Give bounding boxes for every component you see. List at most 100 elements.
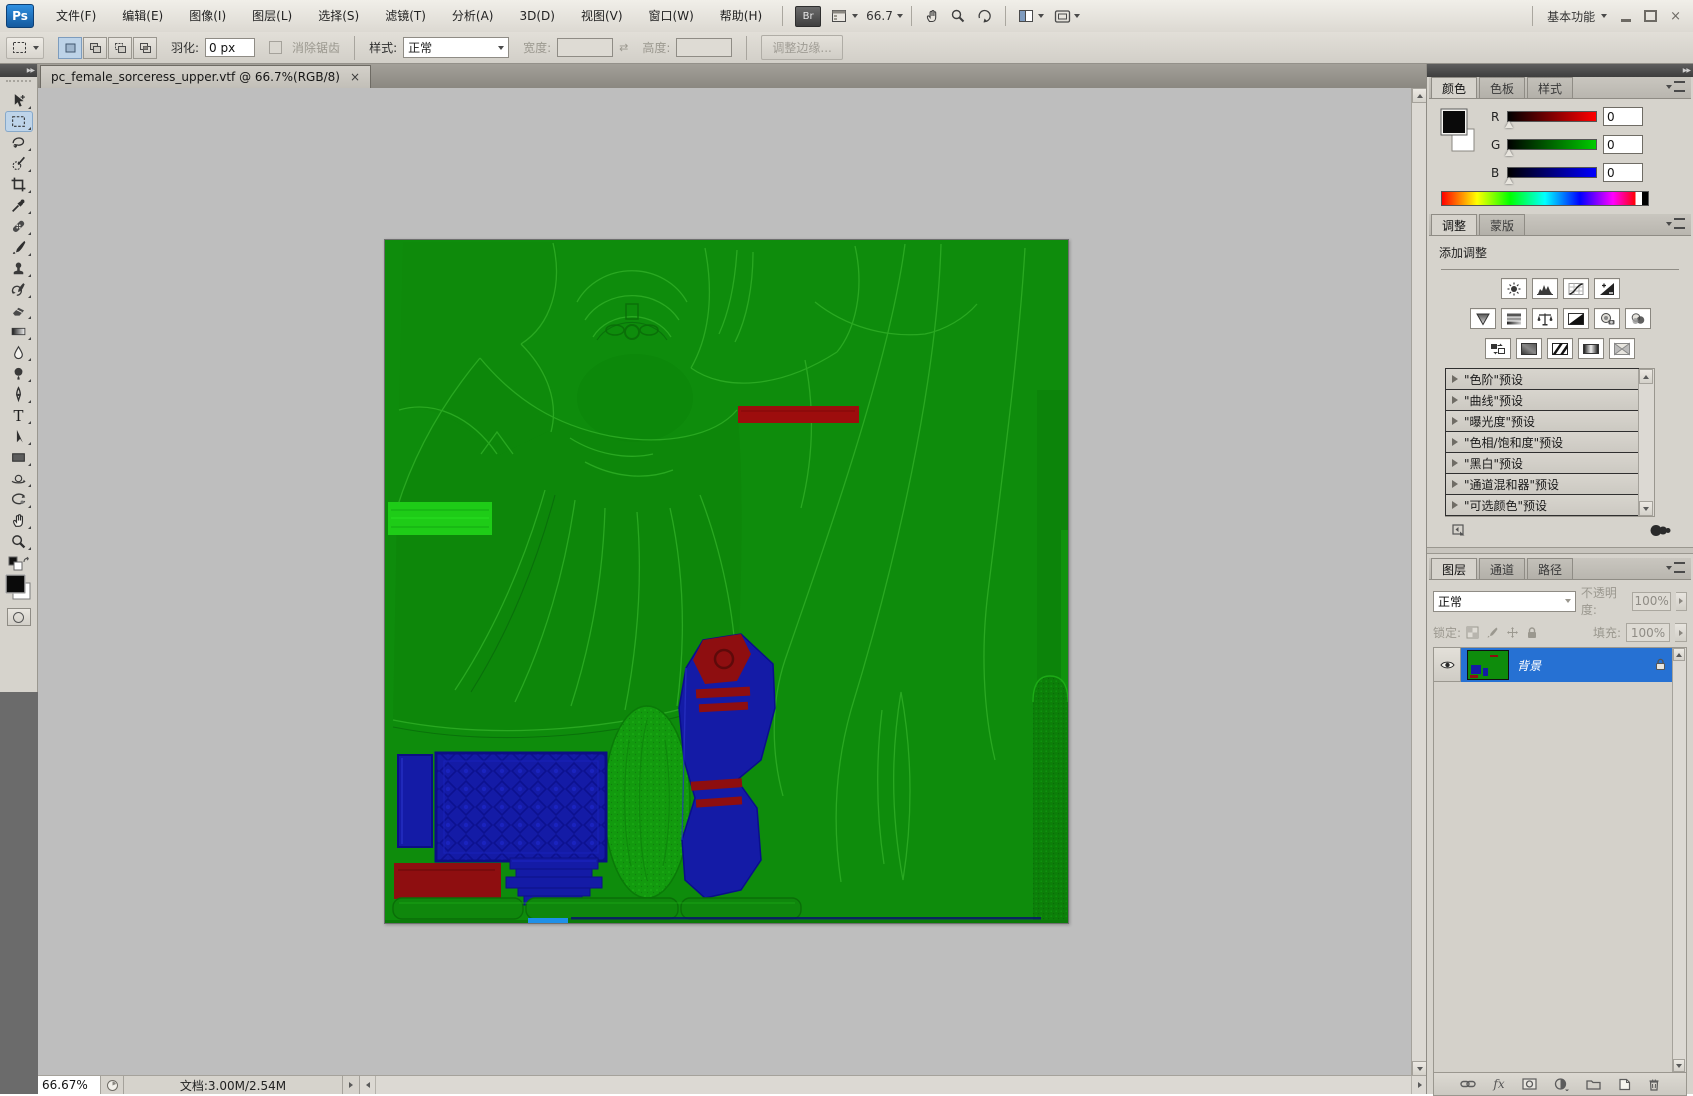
tools-collapse-strip[interactable]: ▶▶ xyxy=(0,64,37,77)
channel-b-value[interactable]: 0 xyxy=(1603,163,1643,182)
tab-swatches[interactable]: 色板 xyxy=(1479,77,1525,98)
tool-move[interactable] xyxy=(5,90,33,111)
view-extras-button[interactable] xyxy=(827,6,862,26)
lock-position-icon[interactable] xyxy=(1506,626,1519,639)
tool-quick-selection[interactable] xyxy=(5,153,33,174)
selection-mode-intersect[interactable] xyxy=(133,37,157,59)
minimize-button[interactable] xyxy=(1621,19,1631,22)
canvas-horizontal-scrollbar[interactable] xyxy=(360,1076,1427,1094)
adjustment-photo-filter-button[interactable] xyxy=(1594,308,1620,329)
menu-window[interactable]: 窗口(W) xyxy=(637,1,706,31)
menu-layer[interactable]: 图层(L) xyxy=(240,1,304,31)
channel-g-value[interactable]: 0 xyxy=(1603,135,1643,154)
adjustment-curves-button[interactable] xyxy=(1563,278,1589,299)
menu-analysis[interactable]: 分析(A) xyxy=(440,1,506,31)
panel-menu-icon[interactable] xyxy=(1666,562,1685,573)
antialias-checkbox[interactable] xyxy=(269,41,282,54)
tab-masks[interactable]: 蒙版 xyxy=(1479,214,1525,235)
status-options-icon[interactable] xyxy=(101,1076,124,1094)
expand-triangle-icon[interactable] xyxy=(1452,375,1458,383)
tab-layers[interactable]: 图层 xyxy=(1431,558,1477,579)
lock-paint-icon[interactable] xyxy=(1486,626,1499,639)
channel-g-slider[interactable] xyxy=(1507,139,1597,150)
width-input[interactable] xyxy=(557,38,613,57)
scroll-up-button[interactable] xyxy=(1412,88,1427,103)
adjustment-color-balance-button[interactable] xyxy=(1532,308,1558,329)
texture-image[interactable] xyxy=(384,239,1069,924)
slider-thumb[interactable] xyxy=(1505,121,1513,128)
color-spectrum-ramp[interactable] xyxy=(1441,191,1649,206)
menu-filter[interactable]: 滤镜(T) xyxy=(373,1,438,31)
menu-image[interactable]: 图像(I) xyxy=(177,1,238,31)
rotate-view-button[interactable] xyxy=(972,6,997,26)
zoom-level-indicator[interactable]: 66.7 xyxy=(864,9,895,23)
add-layer-mask-icon[interactable] xyxy=(1522,1078,1537,1090)
channel-b-slider[interactable] xyxy=(1507,167,1597,178)
selection-mode-subtract[interactable] xyxy=(108,37,132,59)
preset-channel-mixer[interactable]: "通道混和器"预设 xyxy=(1445,473,1639,495)
menu-view[interactable]: 视图(V) xyxy=(569,1,635,31)
new-group-icon[interactable] xyxy=(1586,1078,1601,1090)
menu-edit[interactable]: 编辑(E) xyxy=(110,1,175,31)
tab-channels[interactable]: 通道 xyxy=(1479,558,1525,579)
expand-triangle-icon[interactable] xyxy=(1452,438,1458,446)
channel-r-slider[interactable] xyxy=(1507,111,1597,122)
status-zoom-input[interactable]: 66.67% xyxy=(38,1076,101,1094)
refine-edge-button[interactable]: 调整边缘... xyxy=(761,35,842,60)
tool-dodge[interactable] xyxy=(5,363,33,384)
tool-gradient[interactable] xyxy=(5,321,33,342)
canvas-vertical-scrollbar[interactable] xyxy=(1411,88,1427,1076)
mini-color-swatches[interactable] xyxy=(8,556,30,572)
selection-mode-add[interactable] xyxy=(83,37,107,59)
slider-thumb[interactable] xyxy=(1505,149,1513,156)
hand-tool-shortcut-button[interactable] xyxy=(920,6,944,26)
screen-mode-button[interactable] xyxy=(1050,7,1084,26)
scroll-up-button[interactable] xyxy=(1639,369,1653,384)
tab-styles[interactable]: 样式 xyxy=(1527,77,1573,98)
adjustment-brightness-contrast-button[interactable] xyxy=(1501,278,1527,299)
tab-paths[interactable]: 路径 xyxy=(1527,558,1573,579)
adjustment-posterize-button[interactable] xyxy=(1516,338,1542,359)
tool-history-brush[interactable] xyxy=(5,279,33,300)
maximize-button[interactable] xyxy=(1644,10,1657,22)
workspace-switcher[interactable]: 基本功能 xyxy=(1532,6,1607,26)
zoom-tool-shortcut-button[interactable] xyxy=(946,6,970,26)
fill-value[interactable]: 100% xyxy=(1626,623,1670,642)
scroll-right-button[interactable] xyxy=(1411,1076,1427,1094)
foreground-background-swatches[interactable] xyxy=(4,574,34,602)
tool-eyedropper[interactable] xyxy=(5,195,33,216)
slider-thumb[interactable] xyxy=(1505,177,1513,184)
selection-mode-new[interactable] xyxy=(58,37,82,59)
tool-type[interactable]: T xyxy=(5,405,33,426)
expand-triangle-icon[interactable] xyxy=(1452,501,1458,509)
scroll-down-button[interactable] xyxy=(1673,1059,1685,1072)
panel-menu-icon[interactable] xyxy=(1666,218,1685,229)
layer-name[interactable]: 背景 xyxy=(1517,657,1541,674)
close-button[interactable]: × xyxy=(1670,10,1681,23)
tool-preset-picker[interactable] xyxy=(6,37,44,59)
expand-triangle-icon[interactable] xyxy=(1452,396,1458,404)
new-layer-icon[interactable] xyxy=(1618,1078,1631,1091)
tool-3d-orbit[interactable] xyxy=(5,489,33,510)
tool-eraser[interactable] xyxy=(5,300,33,321)
dock-collapse-strip[interactable]: ▶▶ xyxy=(1427,64,1693,77)
layer-visibility-toggle[interactable] xyxy=(1434,648,1461,682)
tool-pen[interactable] xyxy=(5,384,33,405)
presets-scrollbar[interactable] xyxy=(1638,369,1654,516)
feather-input[interactable]: 0 px xyxy=(205,38,255,57)
preset-exposure[interactable]: "曝光度"预设 xyxy=(1445,410,1639,432)
layer-style-icon[interactable]: fx xyxy=(1493,1077,1504,1091)
tool-clone-stamp[interactable] xyxy=(5,258,33,279)
fill-spinner[interactable] xyxy=(1675,623,1687,642)
blend-mode-select[interactable]: 正常 xyxy=(1433,591,1576,612)
lock-transparent-icon[interactable] xyxy=(1466,626,1479,639)
status-more-button[interactable] xyxy=(343,1076,360,1094)
panel-menu-icon[interactable] xyxy=(1666,81,1685,92)
lock-all-icon[interactable] xyxy=(1526,626,1538,639)
tool-lasso[interactable] xyxy=(5,132,33,153)
tool-brush[interactable] xyxy=(5,237,33,258)
adjustment-gradient-map-button[interactable] xyxy=(1578,338,1604,359)
new-adjustment-layer-icon[interactable] xyxy=(1554,1078,1569,1091)
opacity-value[interactable]: 100% xyxy=(1632,592,1671,611)
return-to-adjustment-list-icon[interactable] xyxy=(1451,523,1467,537)
